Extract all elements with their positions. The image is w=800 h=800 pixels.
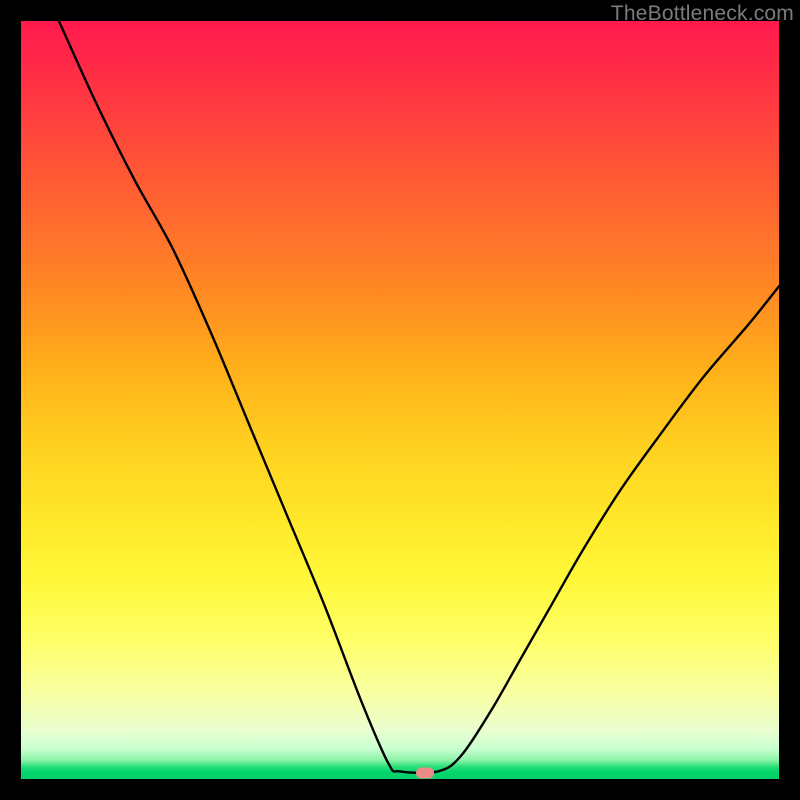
bottleneck-curve (21, 21, 779, 779)
plot-area (21, 21, 779, 779)
chart-stage: TheBottleneck.com (0, 0, 800, 800)
bottleneck-curve-path (59, 21, 779, 773)
optimal-point-marker (416, 767, 434, 778)
